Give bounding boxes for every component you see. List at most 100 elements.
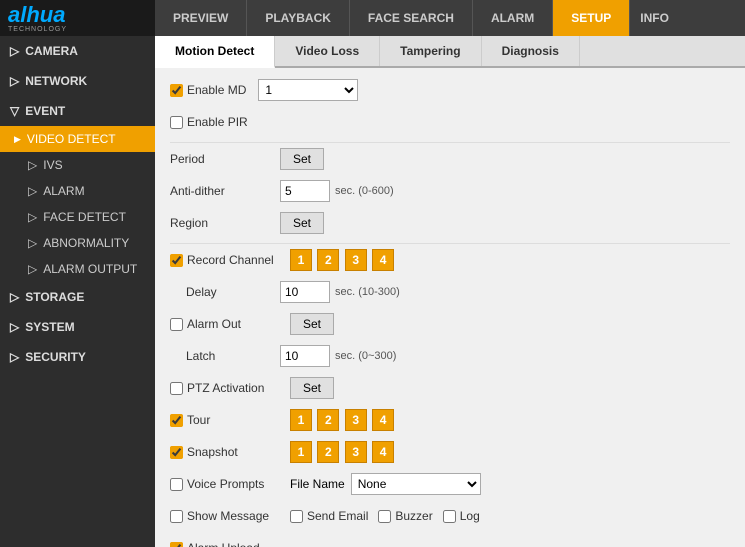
alarm-out-label[interactable]: Alarm Out — [170, 317, 290, 331]
anti-dither-label: Anti-dither — [170, 184, 280, 198]
nav-preview[interactable]: PREVIEW — [155, 0, 247, 36]
nav-info[interactable]: INFO — [630, 0, 679, 36]
record-channel-label[interactable]: Record Channel — [170, 253, 290, 267]
sidebar-item-system[interactable]: ▷ SYSTEM — [0, 312, 155, 342]
voice-prompts-row: Voice Prompts File Name None — [170, 472, 730, 496]
snapshot-channel-buttons: 1 2 3 4 — [290, 441, 396, 463]
enable-md-checkbox[interactable] — [170, 84, 183, 97]
period-label: Period — [170, 152, 280, 166]
latch-input[interactable]: 10 — [280, 345, 330, 367]
channel-btn-1[interactable]: 1 — [290, 249, 312, 271]
region-set-button[interactable]: Set — [280, 212, 324, 234]
arrow-icon: ▷ — [28, 236, 37, 250]
tab-tampering[interactable]: Tampering — [380, 36, 481, 66]
nav-face-search[interactable]: FACE SEARCH — [350, 0, 473, 36]
snapshot-btn-1[interactable]: 1 — [290, 441, 312, 463]
arrow-icon: ▷ — [10, 320, 19, 334]
snapshot-row: Snapshot 1 2 3 4 — [170, 440, 730, 464]
arrow-icon: ▷ — [10, 74, 19, 88]
period-set-button[interactable]: Set — [280, 148, 324, 170]
latch-label: Latch — [170, 349, 280, 363]
tour-label[interactable]: Tour — [170, 413, 290, 427]
top-navigation: PREVIEW PLAYBACK FACE SEARCH ALARM SETUP… — [155, 0, 745, 36]
sidebar-item-face-detect[interactable]: ▷ FACE DETECT — [0, 204, 155, 230]
tour-btn-2[interactable]: 2 — [317, 409, 339, 431]
ptz-set-button[interactable]: Set — [290, 377, 334, 399]
show-message-checkbox[interactable] — [170, 510, 183, 523]
enable-md-label[interactable]: Enable MD — [170, 83, 246, 97]
enable-pir-label[interactable]: Enable PIR — [170, 115, 248, 129]
sidebar-label: ALARM — [43, 184, 84, 198]
channel-select[interactable]: 1 234 — [258, 79, 358, 101]
nav-playback[interactable]: PLAYBACK — [247, 0, 350, 36]
record-channel-row: Record Channel 1 2 3 4 — [170, 248, 730, 272]
sidebar-label: EVENT — [25, 104, 65, 118]
sidebar-item-network[interactable]: ▷ NETWORK — [0, 66, 155, 96]
sidebar-item-event[interactable]: ▽ EVENT — [0, 96, 155, 126]
tab-video-loss[interactable]: Video Loss — [275, 36, 380, 66]
nav-setup[interactable]: SETUP — [553, 0, 630, 36]
log-checkbox[interactable] — [443, 510, 456, 523]
enable-pir-checkbox[interactable] — [170, 116, 183, 129]
arrow-icon: ▷ — [10, 350, 19, 364]
show-message-label[interactable]: Show Message — [170, 509, 290, 523]
ptz-activation-checkbox[interactable] — [170, 382, 183, 395]
record-channel-checkbox[interactable] — [170, 254, 183, 267]
tour-btn-3[interactable]: 3 — [345, 409, 367, 431]
brand-name: alhua — [8, 4, 67, 26]
content-area: Motion Detect Video Loss Tampering Diagn… — [155, 36, 745, 547]
delay-hint: sec. (10-300) — [335, 286, 400, 298]
snapshot-btn-3[interactable]: 3 — [345, 441, 367, 463]
tour-checkbox[interactable] — [170, 414, 183, 427]
send-email-label[interactable]: Send Email — [290, 509, 368, 523]
enable-pir-row: Enable PIR — [170, 110, 730, 134]
snapshot-checkbox[interactable] — [170, 446, 183, 459]
sidebar-label: SYSTEM — [25, 320, 74, 334]
sidebar-item-storage[interactable]: ▷ STORAGE — [0, 282, 155, 312]
sidebar-label: IVS — [43, 158, 62, 172]
sidebar-item-ivs[interactable]: ▷ IVS — [0, 152, 155, 178]
period-row: Period Set — [170, 147, 730, 171]
buzzer-checkbox[interactable] — [378, 510, 391, 523]
tour-btn-4[interactable]: 4 — [372, 409, 394, 431]
file-name-label: File Name — [290, 477, 345, 491]
brand-tagline: TECHNOLOGY — [8, 26, 67, 33]
file-name-select[interactable]: None — [351, 473, 481, 495]
tab-motion-detect[interactable]: Motion Detect — [155, 36, 275, 68]
sidebar-item-video-detect[interactable]: VIDEO DETECT — [0, 126, 155, 152]
snapshot-btn-2[interactable]: 2 — [317, 441, 339, 463]
channel-btn-2[interactable]: 2 — [317, 249, 339, 271]
voice-prompts-checkbox[interactable] — [170, 478, 183, 491]
alarm-out-set-button[interactable]: Set — [290, 313, 334, 335]
sidebar-item-alarm[interactable]: ▷ ALARM — [0, 178, 155, 204]
enable-md-row: Enable MD 1 234 — [170, 78, 730, 102]
notification-row: Show Message Send Email Buzzer Log — [170, 504, 730, 528]
tab-diagnosis[interactable]: Diagnosis — [482, 36, 580, 66]
channel-btn-3[interactable]: 3 — [345, 249, 367, 271]
arrow-icon: ▷ — [28, 210, 37, 224]
ptz-activation-row: PTZ Activation Set — [170, 376, 730, 400]
latch-row: Latch 10 sec. (0~300) — [170, 344, 730, 368]
channel-btn-4[interactable]: 4 — [372, 249, 394, 271]
send-email-checkbox[interactable] — [290, 510, 303, 523]
alarm-out-checkbox[interactable] — [170, 318, 183, 331]
alarm-upload-label[interactable]: Alarm Upload — [170, 541, 290, 547]
sidebar-item-alarm-output[interactable]: ▷ ALARM OUTPUT — [0, 256, 155, 282]
anti-dither-input[interactable]: 5 — [280, 180, 330, 202]
tour-btn-1[interactable]: 1 — [290, 409, 312, 431]
sidebar-label: VIDEO DETECT — [27, 132, 116, 146]
snapshot-label[interactable]: Snapshot — [170, 445, 290, 459]
alarm-upload-checkbox[interactable] — [170, 542, 183, 547]
sidebar-item-camera[interactable]: ▷ CAMERA — [0, 36, 155, 66]
ptz-activation-label[interactable]: PTZ Activation — [170, 381, 290, 395]
channel-buttons: 1 2 3 4 — [290, 249, 396, 271]
arrow-icon: ▷ — [28, 262, 37, 276]
nav-alarm[interactable]: ALARM — [473, 0, 553, 36]
sidebar-item-security[interactable]: ▷ SECURITY — [0, 342, 155, 372]
snapshot-btn-4[interactable]: 4 — [372, 441, 394, 463]
sidebar-item-abnormality[interactable]: ▷ ABNORMALITY — [0, 230, 155, 256]
voice-prompts-label[interactable]: Voice Prompts — [170, 477, 290, 491]
buzzer-label[interactable]: Buzzer — [378, 509, 432, 523]
delay-input[interactable]: 10 — [280, 281, 330, 303]
log-label[interactable]: Log — [443, 509, 480, 523]
